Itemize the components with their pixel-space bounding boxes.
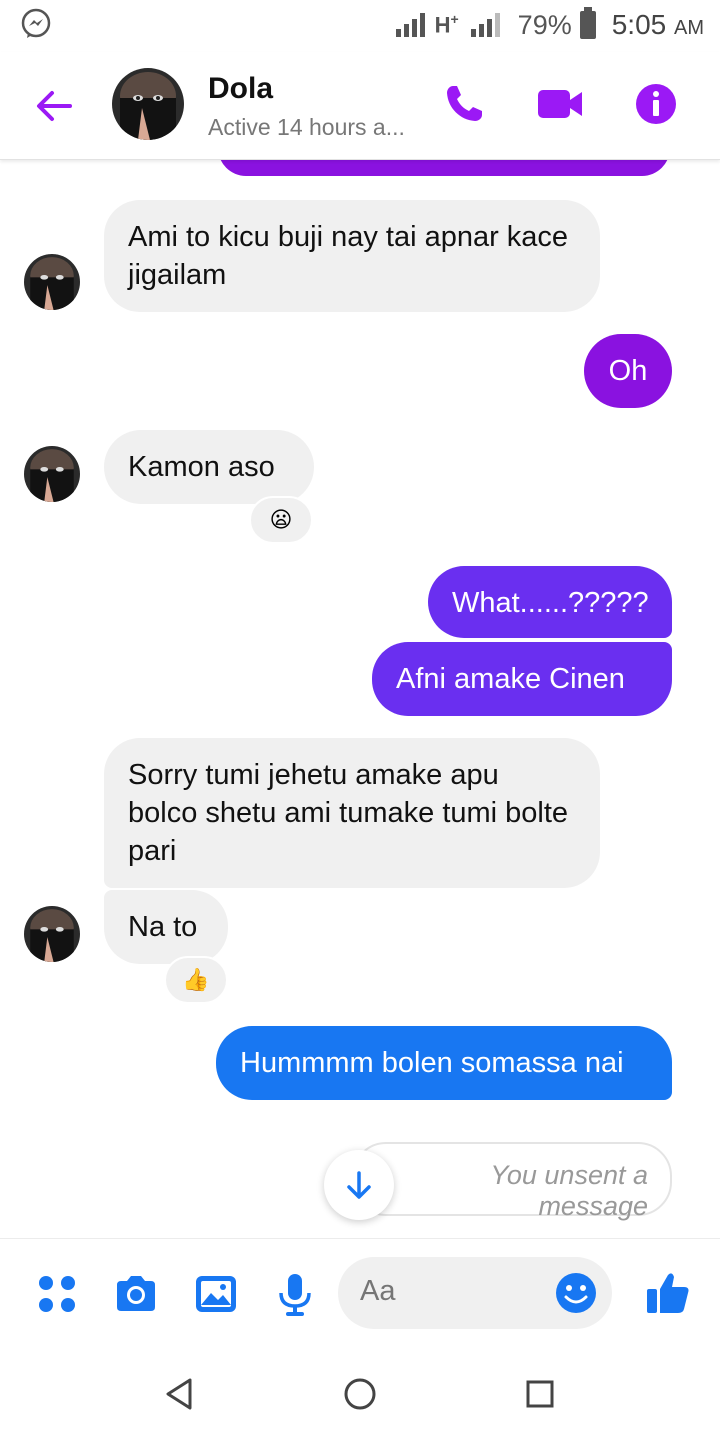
clock: 5:05 AM — [611, 9, 704, 40]
nav-home-icon[interactable] — [340, 1374, 380, 1414]
avatar[interactable] — [112, 68, 184, 140]
signal-icon-2 — [470, 13, 500, 37]
back-arrow-icon[interactable] — [30, 82, 78, 130]
message-bubble-incoming[interactable]: Sorry tumi jehetu amake apu bolco shetu … — [104, 738, 600, 888]
mic-icon[interactable] — [272, 1271, 318, 1317]
scroll-to-bottom-button[interactable] — [324, 1150, 394, 1220]
message-bubble-partial[interactable] — [218, 160, 670, 176]
avatar[interactable] — [24, 906, 80, 962]
message-input[interactable] — [360, 1275, 540, 1308]
camera-icon[interactable] — [113, 1271, 159, 1317]
system-nav-bar — [0, 1348, 720, 1440]
message-bubble-incoming[interactable]: Ami to kicu buji nay tai apnar kace jiga… — [104, 200, 600, 312]
message-field[interactable] — [338, 1257, 612, 1329]
gallery-icon[interactable] — [193, 1271, 239, 1317]
chat-header: Dola Active 14 hours a... — [0, 52, 720, 160]
smiley-icon[interactable] — [554, 1271, 598, 1315]
message-list[interactable]: Ami to kicu buji nay tai apnar kace jiga… — [0, 160, 720, 1238]
signal-icon — [395, 13, 425, 37]
phone-icon[interactable] — [440, 80, 488, 128]
status-bar: H+ 79% 5:05 AM — [0, 0, 720, 50]
composer-bar — [0, 1238, 720, 1348]
contact-name[interactable]: Dola — [208, 72, 273, 106]
apps-icon[interactable] — [34, 1271, 80, 1317]
info-icon[interactable] — [632, 80, 680, 128]
messenger-icon — [21, 8, 51, 38]
message-bubble-outgoing[interactable]: What......????? — [428, 566, 672, 638]
message-bubble-outgoing[interactable]: Hummmm bolen somassa nai — [216, 1026, 672, 1100]
avatar[interactable] — [24, 446, 80, 502]
message-bubble-incoming[interactable]: Na to — [104, 890, 228, 964]
battery-percent: 79% — [517, 9, 572, 40]
message-bubble-outgoing[interactable]: Oh — [584, 334, 672, 408]
arrow-down-icon — [347, 1171, 371, 1199]
message-bubble-outgoing[interactable]: Afni amake Cinen — [372, 642, 672, 716]
nav-recents-icon[interactable] — [520, 1374, 560, 1414]
battery-icon — [579, 7, 596, 39]
message-bubble-incoming[interactable]: Kamon aso — [104, 430, 314, 504]
nav-back-icon[interactable] — [160, 1374, 200, 1414]
thumbs-up-icon[interactable] — [644, 1269, 692, 1317]
avatar[interactable] — [24, 254, 80, 310]
video-icon[interactable] — [536, 80, 584, 128]
reaction-badge[interactable]: 😦 — [249, 496, 313, 544]
contact-status: Active 14 hours a... — [208, 114, 405, 140]
unsent-message-notice[interactable]: You unsent a message — [352, 1142, 672, 1221]
reaction-badge[interactable]: 👍 — [164, 956, 228, 1004]
